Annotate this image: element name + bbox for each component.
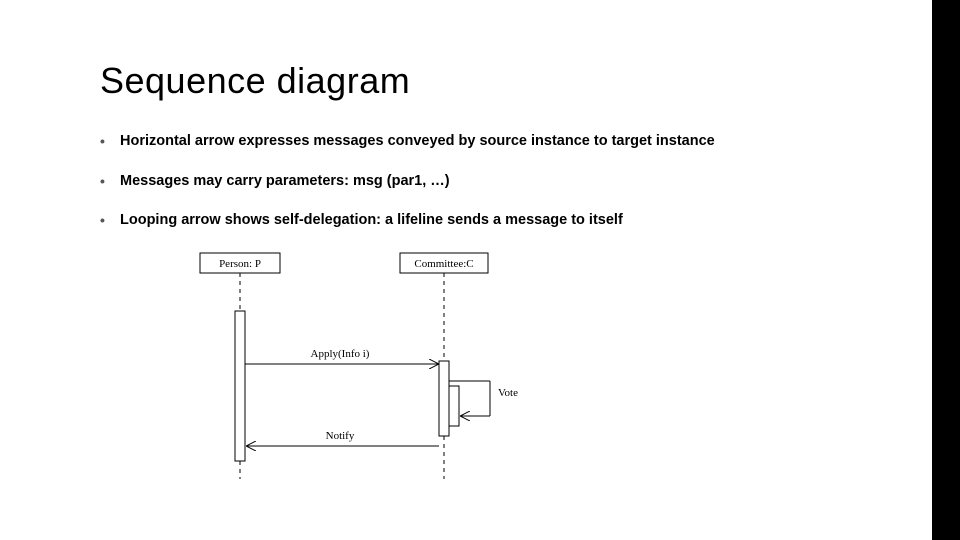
message-notify-label: Notify — [326, 430, 355, 442]
message-vote-label: Vote — [498, 387, 518, 399]
slide: Sequence diagram Horizontal arrow expres… — [0, 0, 960, 540]
lifeline-label-committee: Committee:C — [414, 258, 473, 270]
activation-committee-nested — [449, 386, 459, 426]
sequence-svg: Person: P Committee:C Apply(Info i) — [180, 251, 600, 481]
activation-person — [235, 311, 245, 461]
message-apply-label: Apply(Info i) — [311, 348, 370, 360]
lifeline-label-person: Person: P — [219, 258, 261, 270]
slide-content: Sequence diagram Horizontal arrow expres… — [0, 0, 932, 540]
bullet-item: Horizontal arrow expresses messages conv… — [100, 132, 852, 152]
bullet-list: Horizontal arrow expresses messages conv… — [100, 132, 852, 231]
sequence-diagram: Person: P Committee:C Apply(Info i) — [180, 251, 852, 481]
right-accent-bar — [932, 0, 960, 540]
bullet-item: Looping arrow shows self-delegation: a l… — [100, 211, 852, 231]
bullet-item: Messages may carry parameters: msg (par1… — [100, 172, 852, 192]
slide-title: Sequence diagram — [100, 60, 852, 102]
activation-committee — [439, 361, 449, 436]
